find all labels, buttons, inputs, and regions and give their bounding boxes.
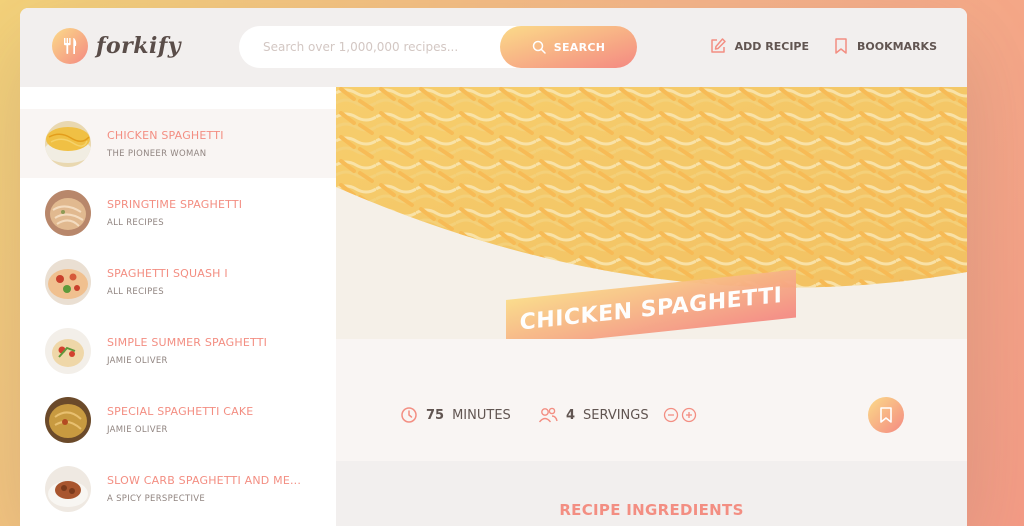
result-title: SPAGHETTI SQUASH I	[107, 266, 228, 280]
bookmark-icon	[835, 38, 847, 54]
result-publisher: THE PIONEER WOMAN	[107, 148, 207, 159]
add-recipe-label: ADD RECIPE	[734, 39, 809, 53]
users-icon	[538, 407, 558, 423]
recipe-ingredients: RECIPE INGREDIENTS	[336, 461, 967, 526]
minutes-value: 75	[426, 407, 445, 423]
app-container: forkify SEARCH ADD RECIPE	[20, 8, 967, 526]
bookmarks-label: BOOKMARKS	[857, 39, 937, 53]
recipe-image: CHICKEN SPAGHETTI	[336, 87, 967, 339]
bookmark-icon	[880, 407, 892, 423]
result-title: CHICKEN SPAGHETTI	[107, 128, 224, 142]
search-results: CHICKEN SPAGHETTI THE PIONEER WOMAN SPRI…	[20, 87, 336, 526]
recipe-time: 75 MINUTES	[400, 406, 511, 424]
minutes-unit: MINUTES	[452, 407, 511, 423]
result-item[interactable]: CHICKEN SPAGHETTI THE PIONEER WOMAN	[20, 109, 336, 178]
recipe-thumbnail	[45, 396, 91, 443]
search-button-label: SEARCH	[553, 40, 606, 54]
clock-icon	[401, 407, 417, 423]
recipe-view: CHICKEN SPAGHETTI 75 MINUTES 4 SERVINGS …	[336, 87, 967, 526]
add-recipe-button[interactable]: ADD RECIPE	[709, 37, 809, 55]
recipe-thumbnail	[45, 465, 91, 512]
result-item[interactable]: SPECIAL SPAGHETTI CAKE JAMIE OLIVER	[20, 385, 336, 454]
recipe-thumbnail	[45, 327, 91, 374]
search-input[interactable]	[239, 26, 499, 68]
search-button[interactable]: SEARCH	[500, 26, 637, 68]
recipe-thumbnail	[45, 120, 91, 167]
result-title: SIMPLE SUMMER SPAGHETTI	[107, 335, 268, 349]
result-item[interactable]: SPAGHETTI SQUASH I ALL RECIPES	[20, 247, 336, 316]
search-form: SEARCH	[239, 26, 637, 68]
result-item[interactable]: SPRINGTIME SPAGHETTI ALL RECIPES	[20, 178, 336, 247]
result-title: SPRINGTIME SPAGHETTI	[107, 197, 243, 211]
result-item[interactable]: SIMPLE SUMMER SPAGHETTI JAMIE OLIVER	[20, 316, 336, 385]
fork-knife-icon	[52, 28, 88, 64]
recipe-servings: 4 SERVINGS	[538, 406, 697, 424]
servings-unit: SERVINGS	[583, 407, 649, 423]
result-item[interactable]: SLOW CARB SPAGHETTI AND ME... A SPICY PE…	[20, 454, 336, 523]
bookmarks-button[interactable]: BOOKMARKS	[833, 37, 937, 55]
bookmark-recipe-button[interactable]	[868, 397, 904, 433]
servings-controls	[663, 407, 697, 423]
result-title: SPECIAL SPAGHETTI CAKE	[107, 404, 254, 418]
result-title: SLOW CARB SPAGHETTI AND ME...	[107, 473, 302, 487]
edit-icon	[710, 38, 726, 53]
result-publisher: ALL RECIPES	[107, 217, 164, 228]
recipe-thumbnail	[45, 189, 91, 236]
servings-value: 4	[566, 407, 576, 423]
recipe-details: 75 MINUTES 4 SERVINGS	[336, 339, 967, 461]
minus-circle-icon[interactable]	[663, 407, 679, 423]
result-publisher: JAMIE OLIVER	[107, 424, 168, 435]
ingredients-heading: RECIPE INGREDIENTS	[559, 501, 744, 519]
logo[interactable]: forkify	[52, 28, 181, 64]
result-publisher: A SPICY PERSPECTIVE	[107, 493, 206, 504]
result-publisher: ALL RECIPES	[107, 286, 164, 297]
header: forkify SEARCH ADD RECIPE	[20, 8, 967, 87]
recipe-thumbnail	[45, 258, 91, 305]
plus-circle-icon[interactable]	[681, 407, 697, 423]
search-icon	[532, 40, 546, 54]
nav: ADD RECIPE BOOKMARKS	[709, 37, 937, 55]
brand-name: forkify	[96, 33, 182, 59]
result-publisher: JAMIE OLIVER	[107, 355, 168, 366]
